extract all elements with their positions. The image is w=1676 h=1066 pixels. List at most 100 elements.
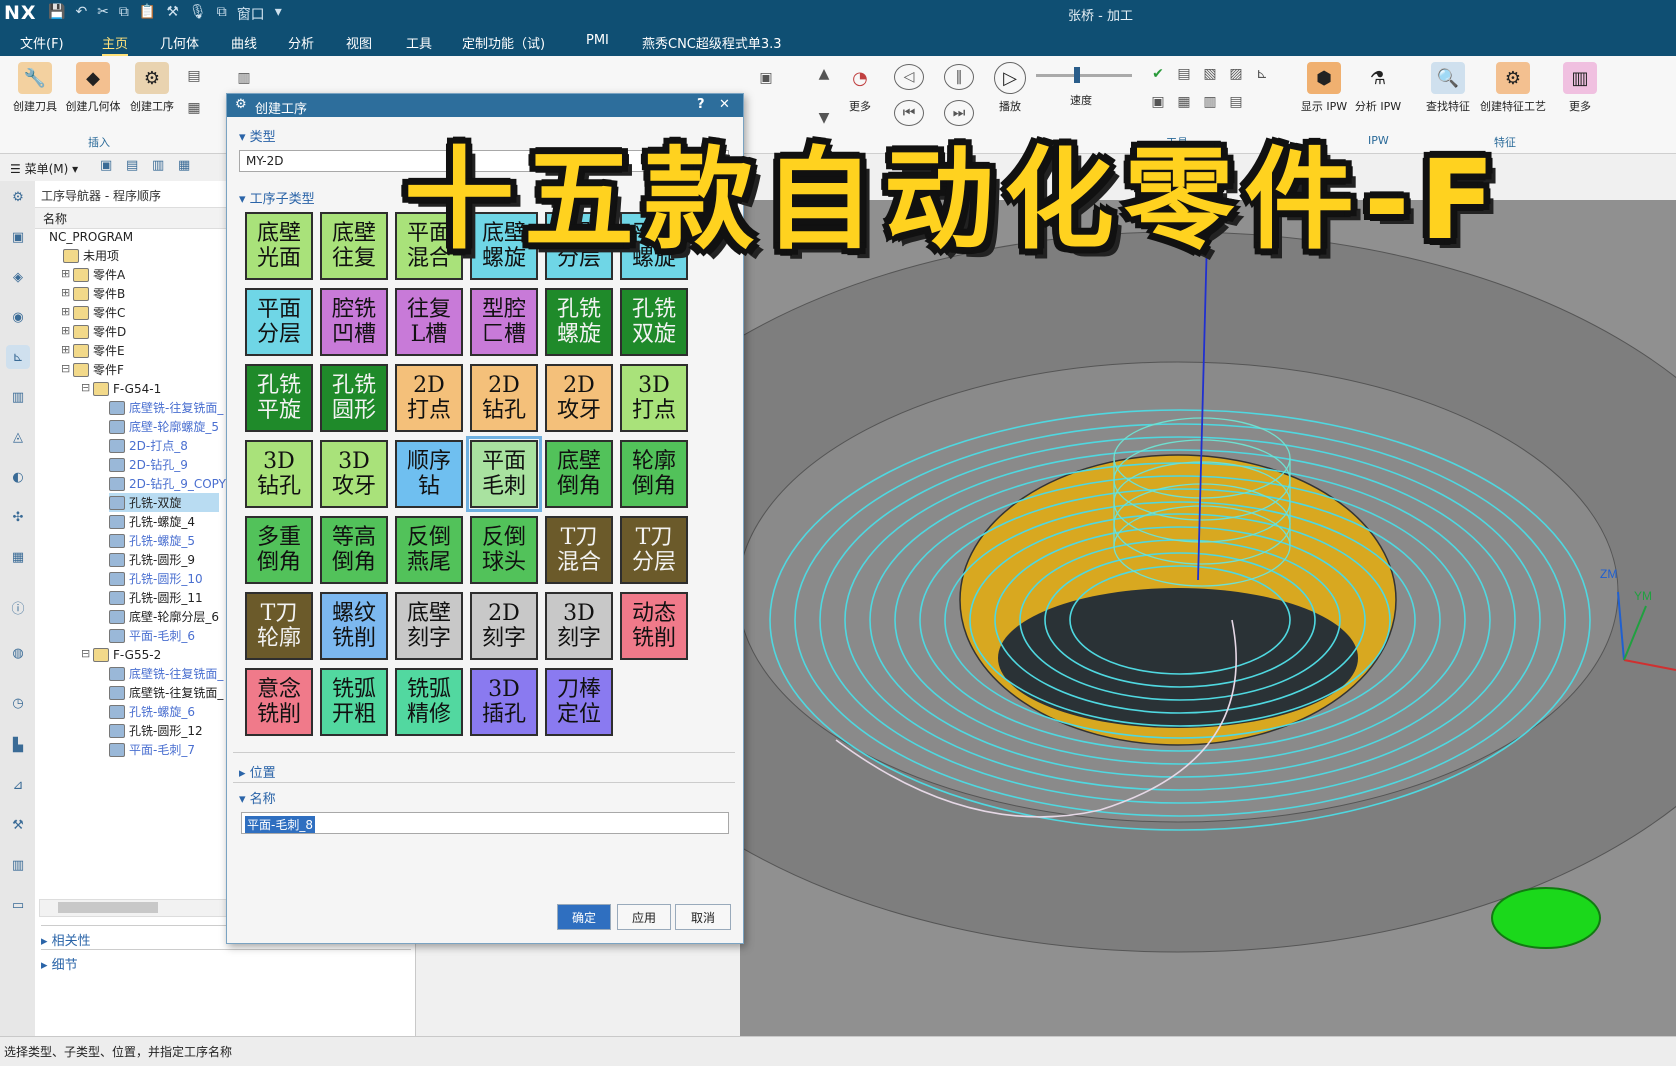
constraint-navigator-icon[interactable]: ◉: [6, 305, 30, 329]
operation-subtype-tile[interactable]: 型腔 匚槽: [470, 288, 538, 356]
program-group-row[interactable]: 零件A: [73, 265, 125, 284]
expand-toggle-icon[interactable]: ⊟: [61, 362, 70, 375]
step-back-icon[interactable]: ◁: [894, 64, 924, 90]
operation-subtype-tile[interactable]: 2D 刻字: [470, 592, 538, 660]
create-feature-process-button[interactable]: ⚙ 创建特征工艺: [1478, 62, 1548, 114]
program-root-row[interactable]: NC_PROGRAM: [49, 227, 133, 246]
position-section-header[interactable]: ▸ 位置: [239, 762, 276, 781]
operation-subtype-tile[interactable]: 3D 插孔: [470, 668, 538, 736]
operation-subtype-tile[interactable]: 顺序钻: [395, 440, 463, 508]
operation-subtype-tile[interactable]: 底壁 倒角: [545, 440, 613, 508]
operation-subtype-tile[interactable]: 铣弧 精修: [395, 668, 463, 736]
paste-icon[interactable]: 📋: [139, 4, 156, 24]
filter-icon-3[interactable]: ▥: [152, 158, 164, 173]
operation-navigator-icon[interactable]: ⊾: [6, 345, 30, 369]
operation-subtype-tile[interactable]: 底壁 刻字: [395, 592, 463, 660]
pause-icon[interactable]: ‖: [944, 64, 974, 90]
operation-subtype-tile[interactable]: 2D 打点: [395, 364, 463, 432]
tool-library-icon[interactable]: ⚒: [6, 813, 30, 837]
operation-subtype-tile[interactable]: 铣弧 开粗: [320, 668, 388, 736]
create-operation-button[interactable]: ⚙ 创建工序: [126, 62, 178, 114]
window-menu[interactable]: 窗口: [237, 4, 265, 24]
operation-subtype-tile[interactable]: 动态 铣削: [620, 592, 688, 660]
speed-slider-thumb[interactable]: [1074, 67, 1080, 83]
operation-row[interactable]: 底壁铣-往复铣面_: [109, 398, 223, 417]
menu-home[interactable]: 主页: [102, 33, 129, 56]
operation-subtype-tile[interactable]: 2D 钻孔: [470, 364, 538, 432]
operation-row[interactable]: 孔铣-螺旋_4: [109, 512, 195, 531]
check-icon[interactable]: ✔: [1144, 62, 1172, 86]
info-icon[interactable]: ⓘ: [6, 595, 30, 619]
operation-subtype-tile[interactable]: 孔铣 双旋: [620, 288, 688, 356]
operation-row[interactable]: 孔铣-圆形_12: [109, 721, 203, 740]
operation-subtype-tile[interactable]: 底壁 光面: [245, 212, 313, 280]
nav-icon-1[interactable]: ▥: [230, 66, 258, 90]
program-group-row[interactable]: 零件F: [73, 360, 124, 379]
menu-file[interactable]: 文件(F): [20, 33, 64, 52]
operation-subtype-tile[interactable]: 平面 分层: [245, 288, 313, 356]
operation-row[interactable]: 底壁-轮廓分层_6: [109, 607, 219, 626]
program-group-row[interactable]: F-G54-1: [93, 379, 161, 398]
microphone-icon[interactable]: 🎙: [189, 4, 207, 24]
operation-subtype-tile[interactable]: 轮廓 倒角: [620, 440, 688, 508]
operation-subtype-tile[interactable]: 意念 铣削: [245, 668, 313, 736]
history-icon[interactable]: ◷: [6, 691, 30, 715]
menu-pmi[interactable]: PMI: [586, 33, 609, 48]
play-button[interactable]: ▷ 播放: [990, 62, 1030, 114]
program-icon[interactable]: ▤: [180, 64, 208, 88]
operation-subtype-tile[interactable]: 平面 毛刺: [466, 436, 542, 512]
analyze-ipw-button[interactable]: ⚗ 分析 IPW: [1352, 62, 1404, 114]
expand-toggle-icon[interactable]: ⊟: [81, 647, 90, 660]
cancel-button[interactable]: 取消: [675, 904, 731, 930]
operation-row[interactable]: 孔铣-圆形_11: [109, 588, 203, 607]
program-group-row[interactable]: 未用项: [63, 246, 119, 265]
operation-row[interactable]: 孔铣-螺旋_5: [109, 531, 195, 550]
filter-icon-1[interactable]: ▣: [100, 158, 112, 173]
operation-subtype-tile[interactable]: 刀棒 定位: [545, 668, 613, 736]
tool-list-icon[interactable]: ▤: [1170, 62, 1198, 86]
program-group-row[interactable]: 零件E: [73, 341, 125, 360]
operation-row[interactable]: 孔铣-双旋: [109, 493, 219, 512]
reuse-library-icon[interactable]: ◐: [6, 465, 30, 489]
ok-button[interactable]: 确定: [557, 904, 611, 930]
more-button-1[interactable]: ◔ 更多: [838, 62, 882, 114]
operation-row[interactable]: 2D-钻孔_9_COPY: [109, 474, 226, 493]
operation-subtype-tile[interactable]: 3D 刻字: [545, 592, 613, 660]
menu-tools[interactable]: 工具: [406, 33, 432, 52]
operation-subtype-tile[interactable]: 反倒 燕尾: [395, 516, 463, 584]
palette-icon[interactable]: ▦: [6, 545, 30, 569]
tool-path-icon[interactable]: ▧: [1196, 62, 1224, 86]
cut-icon[interactable]: ✂: [97, 4, 109, 24]
role-icon[interactable]: ▙: [6, 733, 30, 757]
filter-icon-2[interactable]: ▤: [126, 158, 138, 173]
operation-row[interactable]: 平面-毛刺_6: [109, 626, 195, 645]
details-panel[interactable]: ▸ 细节: [41, 949, 411, 973]
expand-toggle-icon[interactable]: ⊞: [61, 305, 70, 318]
assembly-navigator-icon[interactable]: ◈: [6, 265, 30, 289]
name-section-header[interactable]: ▾ 名称: [239, 788, 276, 807]
operation-row[interactable]: 2D-钻孔_9: [109, 455, 188, 474]
menu-custom[interactable]: 定制功能（试): [462, 33, 545, 52]
show-ipw-button[interactable]: ⬢ 显示 IPW: [1298, 62, 1350, 114]
type-section-header[interactable]: ▾ 类型: [239, 126, 276, 145]
ruler-icon[interactable]: ⊾: [1248, 62, 1276, 86]
feature-navigator-icon[interactable]: ◬: [6, 425, 30, 449]
expand-toggle-icon[interactable]: ⊞: [61, 324, 70, 337]
program-group-row[interactable]: F-G55-2: [93, 645, 161, 664]
part-navigator-icon[interactable]: ▣: [6, 225, 30, 249]
operation-row[interactable]: 2D-打点_8: [109, 436, 188, 455]
operation-subtype-tile[interactable]: 等高 倒角: [320, 516, 388, 584]
operation-subtype-tile[interactable]: 孔铣 圆形: [320, 364, 388, 432]
operation-row[interactable]: 孔铣-圆形_9: [109, 550, 195, 569]
menu-geometry[interactable]: 几何体: [160, 33, 199, 52]
operation-subtype-tile[interactable]: 反倒 球头: [470, 516, 538, 584]
name-input[interactable]: 平面-毛刺_8: [241, 812, 729, 834]
undo-icon[interactable]: ↶: [75, 4, 87, 24]
operation-row[interactable]: 底壁-轮廓螺旋_5: [109, 417, 219, 436]
scrollbar-thumb[interactable]: [58, 902, 158, 913]
hd3d-icon[interactable]: ✣: [6, 505, 30, 529]
operation-subtype-tile[interactable]: 孔铣 螺旋: [545, 288, 613, 356]
more-button-2[interactable]: ▥ 更多: [1558, 62, 1602, 114]
tool-icon[interactable]: ⚒: [166, 4, 179, 24]
machine-library-icon[interactable]: ▥: [6, 853, 30, 877]
